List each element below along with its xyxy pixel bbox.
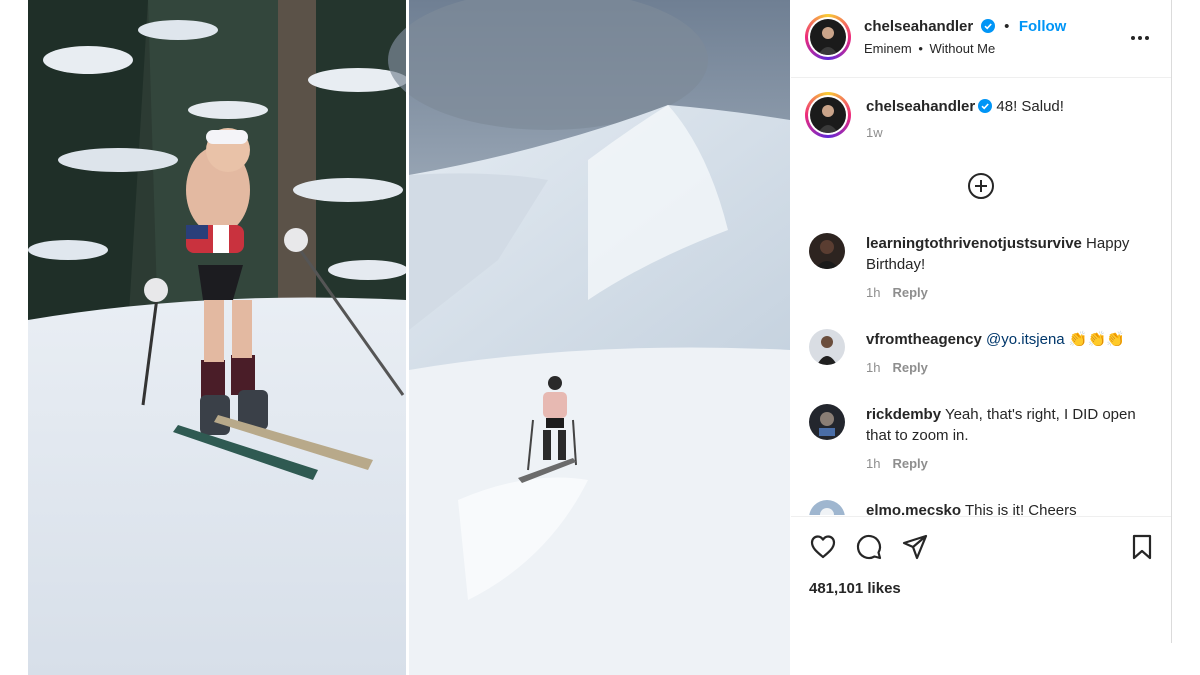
caption-avatar-image: [810, 97, 846, 133]
comment-avatar[interactable]: [809, 404, 845, 440]
audio-separator: •: [918, 41, 923, 56]
reply-button[interactable]: Reply: [892, 285, 927, 300]
comment-time: 1h: [866, 285, 881, 300]
comment-time: 1h: [866, 360, 881, 375]
comments-list[interactable]: learningtothrivenotjustsurvive Happy Bir…: [791, 225, 1171, 515]
comment-username[interactable]: learningtothrivenotjustsurvive: [866, 235, 1082, 252]
more-options-icon[interactable]: [1129, 27, 1151, 49]
caption-text: 48! Salud!: [996, 98, 1064, 115]
left-photo: [28, 0, 408, 675]
caption-username[interactable]: chelseahandler: [866, 98, 975, 115]
comment-meta: 1h Reply: [866, 285, 928, 300]
caption-time: 1w: [866, 125, 883, 140]
bookmark-icon[interactable]: [1128, 533, 1156, 561]
avatar-image: [810, 19, 846, 55]
skiing-photos: [28, 0, 790, 675]
share-icon[interactable]: [901, 533, 929, 561]
comment-avatar[interactable]: [809, 233, 845, 269]
comment-username[interactable]: rickdemby: [866, 406, 941, 423]
comment-text: This is it! Cheers: [964, 502, 1077, 515]
add-comment-icon[interactable]: [967, 172, 995, 200]
comment-icon[interactable]: [855, 533, 883, 561]
audio-track[interactable]: Eminem • Without Me: [864, 41, 995, 56]
reply-button[interactable]: Reply: [892, 360, 927, 375]
follow-button[interactable]: Follow: [1019, 18, 1067, 35]
comment-meta: 1h Reply: [866, 456, 928, 471]
right-photo: [388, 0, 790, 675]
likes-count[interactable]: 481,101 likes: [809, 580, 901, 597]
audio-title: Without Me: [929, 41, 996, 56]
post-panel: chelseahandler • Follow Eminem • Without…: [791, 0, 1172, 643]
comment-avatar[interactable]: [809, 329, 845, 365]
comment-mention[interactable]: @yo.itsjena: [986, 331, 1065, 348]
reply-button[interactable]: Reply: [892, 456, 927, 471]
post-header: chelseahandler • Follow Eminem • Without…: [791, 0, 1171, 78]
post-actions: 481,101 likes: [791, 516, 1171, 644]
comment-meta: 1h Reply: [866, 360, 928, 375]
verified-badge-icon: [978, 99, 993, 113]
verified-badge-icon: [980, 19, 995, 33]
separator-dot: •: [1004, 18, 1010, 35]
comment-time: 1h: [866, 456, 881, 471]
post-media[interactable]: [28, 0, 790, 675]
comment-username[interactable]: elmo.mecsko: [866, 502, 961, 515]
comment-text: 👏👏👏: [1068, 331, 1125, 348]
post-username[interactable]: chelseahandler: [864, 18, 973, 35]
comment-avatar[interactable]: [809, 500, 845, 515]
heart-icon[interactable]: [809, 533, 837, 561]
profile-avatar[interactable]: [805, 14, 851, 60]
audio-artist: Eminem: [864, 41, 912, 56]
comment-username[interactable]: vfromtheagency: [866, 331, 982, 348]
caption-avatar[interactable]: [805, 92, 851, 138]
